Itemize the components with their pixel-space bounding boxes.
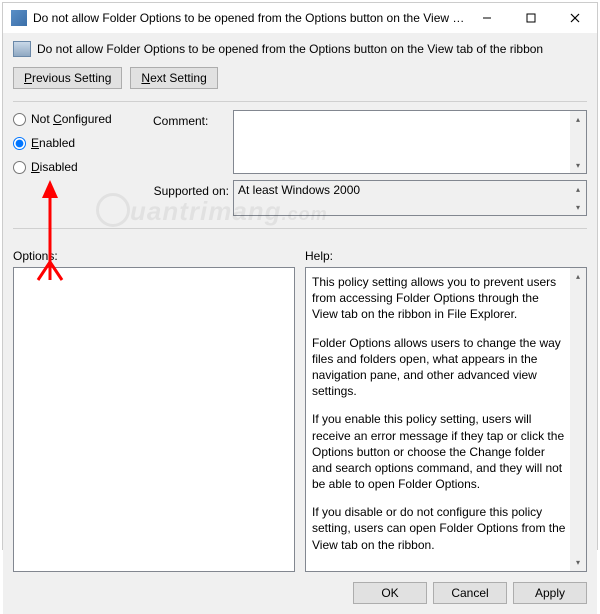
radio-enabled-label: Enabled bbox=[31, 136, 75, 150]
comment-textarea[interactable]: ▴ ▾ bbox=[233, 110, 587, 174]
minimize-button[interactable] bbox=[465, 3, 509, 33]
scroll-up-icon[interactable]: ▴ bbox=[570, 268, 586, 284]
radio-disabled-input[interactable] bbox=[13, 161, 26, 174]
radio-not-configured-input[interactable] bbox=[13, 113, 26, 126]
supported-scrollbar[interactable]: ▴ ▾ bbox=[570, 181, 586, 215]
comment-label: Comment: bbox=[153, 110, 233, 174]
help-label: Help: bbox=[305, 249, 587, 263]
comment-scrollbar[interactable]: ▴ ▾ bbox=[570, 111, 586, 173]
cancel-button[interactable]: Cancel bbox=[433, 582, 507, 604]
help-p4: If you disable or do not configure this … bbox=[312, 504, 566, 553]
ok-button[interactable]: OK bbox=[353, 582, 427, 604]
nav-buttons: Previous Setting Next Setting bbox=[13, 67, 587, 89]
help-p1: This policy setting allows you to preven… bbox=[312, 274, 566, 323]
radio-disabled-label: Disabled bbox=[31, 160, 78, 174]
help-scrollbar[interactable]: ▴ ▾ bbox=[570, 268, 586, 571]
close-button[interactable] bbox=[553, 3, 597, 33]
lower-panels: Options: Help: This policy setting allow… bbox=[13, 249, 587, 572]
options-box[interactable] bbox=[13, 267, 295, 572]
help-text: This policy setting allows you to preven… bbox=[306, 268, 586, 571]
apply-button[interactable]: Apply bbox=[513, 582, 587, 604]
help-p2: Folder Options allows users to change th… bbox=[312, 335, 566, 400]
scroll-down-icon[interactable]: ▾ bbox=[570, 555, 586, 571]
titlebar[interactable]: Do not allow Folder Options to be opened… bbox=[3, 3, 597, 33]
help-column: Help: This policy setting allows you to … bbox=[305, 249, 587, 572]
maximize-button[interactable] bbox=[509, 3, 553, 33]
radio-disabled[interactable]: Disabled bbox=[13, 160, 153, 174]
scroll-up-icon[interactable]: ▴ bbox=[570, 181, 586, 197]
right-column: Comment: ▴ ▾ Supported on: At least Wind… bbox=[153, 110, 587, 222]
scroll-down-icon[interactable]: ▾ bbox=[570, 157, 586, 173]
content-area: Do not allow Folder Options to be opened… bbox=[3, 33, 597, 614]
radio-enabled-input[interactable] bbox=[13, 137, 26, 150]
separator bbox=[13, 228, 587, 229]
radio-enabled[interactable]: Enabled bbox=[13, 136, 153, 150]
supported-on-box: At least Windows 2000 ▴ ▾ bbox=[233, 180, 587, 216]
scroll-up-icon[interactable]: ▴ bbox=[570, 111, 586, 127]
scroll-down-icon[interactable]: ▾ bbox=[570, 199, 586, 215]
radio-not-configured-label: Not Configured bbox=[31, 112, 112, 126]
supported-value: At least Windows 2000 bbox=[238, 183, 360, 197]
supported-row: Supported on: At least Windows 2000 ▴ ▾ bbox=[153, 180, 587, 216]
options-label: Options: bbox=[13, 249, 295, 263]
state-radios: Not Configured Enabled Disabled bbox=[13, 110, 153, 184]
options-column: Options: bbox=[13, 249, 295, 572]
policy-title: Do not allow Folder Options to be opened… bbox=[37, 42, 543, 56]
next-setting-button[interactable]: Next Setting bbox=[130, 67, 217, 89]
comment-row: Comment: ▴ ▾ bbox=[153, 110, 587, 174]
radio-not-configured[interactable]: Not Configured bbox=[13, 112, 153, 126]
previous-setting-button[interactable]: Previous Setting bbox=[13, 67, 122, 89]
help-p3: If you enable this policy setting, users… bbox=[312, 411, 566, 492]
help-box[interactable]: This policy setting allows you to preven… bbox=[305, 267, 587, 572]
supported-label: Supported on: bbox=[153, 180, 233, 216]
app-icon bbox=[11, 10, 27, 26]
window-controls bbox=[465, 3, 597, 33]
policy-icon bbox=[13, 41, 31, 57]
dialog-window: Do not allow Folder Options to be opened… bbox=[2, 2, 598, 550]
policy-header: Do not allow Folder Options to be opened… bbox=[13, 41, 587, 57]
config-row: Not Configured Enabled Disabled Comment: bbox=[13, 110, 587, 222]
dialog-buttons: OK Cancel Apply bbox=[13, 582, 587, 604]
window-title: Do not allow Folder Options to be opened… bbox=[33, 11, 465, 25]
separator bbox=[13, 101, 587, 102]
